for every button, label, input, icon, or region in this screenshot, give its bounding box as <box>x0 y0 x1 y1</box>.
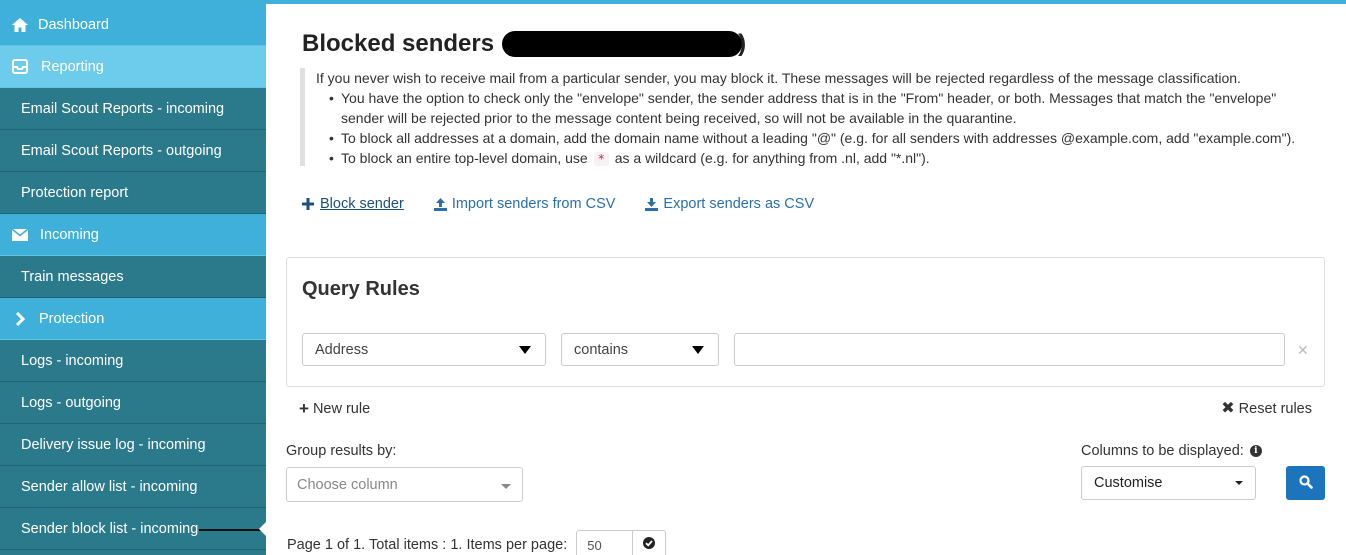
sidebar-item-reporting[interactable]: Reporting <box>0 46 266 88</box>
sidebar-item-label: Logs - outgoing <box>21 394 121 411</box>
sidebar-item-sender-block-list[interactable]: Sender block list - incoming <box>0 508 266 550</box>
block-sender-label: Block sender <box>320 196 404 212</box>
sidebar-item-label: Email Scout Reports - outgoing <box>21 142 222 159</box>
new-rule-label: New rule <box>312 401 371 417</box>
group-by-select[interactable]: Choose column <box>286 467 523 502</box>
sidebar-item-incoming[interactable]: Incoming <box>0 214 266 256</box>
active-pointer <box>259 521 266 536</box>
search-icon <box>1298 474 1313 492</box>
query-rules-title: Query Rules <box>302 278 420 300</box>
items-per-page-input[interactable] <box>576 530 634 555</box>
reset-rules-label: Reset rules <box>1238 401 1312 417</box>
info-bullet-envelope: You have the option to check only the "e… <box>329 88 1310 128</box>
sidebar-item-label: Reporting <box>41 58 104 75</box>
caret-down-icon <box>501 484 511 489</box>
upload-icon <box>433 197 447 211</box>
import-csv-link[interactable]: Import senders from CSV <box>433 196 616 212</box>
sidebar-item-label: Train messages <box>21 268 124 285</box>
redacted-account-name <box>502 31 743 57</box>
apply-per-page-button[interactable] <box>633 530 667 555</box>
rule-field-select[interactable]: Address <box>302 333 546 366</box>
envelope-icon <box>11 227 28 243</box>
pagination-text: Page 1 of 1. Total items : 1. Items per … <box>287 537 568 553</box>
info-bullet-text: as a wildcard (e.g. for anything from .n… <box>614 150 930 166</box>
main-content: Blocked senders ) If you never wish to r… <box>266 4 1346 555</box>
query-rules-panel: Query Rules Address contains ✕ <box>286 257 1325 387</box>
info-intro: If you never wish to receive mail from a… <box>316 70 1241 86</box>
reset-rules-button[interactable]: ✖ Reset rules <box>1221 400 1312 418</box>
sidebar-item-protection[interactable]: Protection <box>0 298 266 340</box>
caret-down-icon <box>692 346 704 354</box>
columns-select[interactable]: Customise <box>1081 466 1256 500</box>
info-bullet-domain: To block all addresses at a domain, add … <box>329 128 1310 148</box>
caret-down-icon <box>1235 481 1243 485</box>
wildcard-code: * <box>593 152 609 166</box>
sidebar-item-logs-outgoing[interactable]: Logs - outgoing <box>0 382 266 424</box>
info-bullet-wildcard: To block an entire top-level domain, use… <box>329 148 1310 169</box>
import-csv-label: Import senders from CSV <box>451 196 616 212</box>
sidebar-item-label: Logs - incoming <box>21 352 124 369</box>
current-item-marker <box>199 529 261 531</box>
export-csv-link[interactable]: Export senders as CSV <box>645 196 814 212</box>
info-bullet-text: You have the option to check only the "e… <box>341 90 1277 106</box>
sidebar-item-email-scout-incoming[interactable]: Email Scout Reports - incoming <box>0 88 266 130</box>
sidebar-item-label: Sender block list - incoming <box>21 520 199 537</box>
sidebar-item-label: Sender allow list - incoming <box>21 478 198 495</box>
pagination: Page 1 of 1. Total items : 1. Items per … <box>287 530 667 555</box>
inbox-icon <box>11 59 28 75</box>
block-sender-link[interactable]: Block sender <box>302 196 404 212</box>
columns-label-text: Columns to be displayed: <box>1081 443 1244 459</box>
page-title-text: Blocked senders <box>302 30 495 57</box>
sidebar-item-protection-report[interactable]: Protection report <box>0 172 266 214</box>
plus-icon <box>302 197 315 211</box>
sidebar-item-label: Email Scout Reports - incoming <box>21 100 225 117</box>
info-bullet-text: sender will be rejected prior to the mes… <box>341 110 1017 126</box>
action-links: Block sender Import senders from CSV Exp… <box>302 196 814 212</box>
page-title: Blocked senders ) <box>302 30 746 58</box>
sidebar-item-label: Protection <box>39 310 105 327</box>
info-callout: If you never wish to receive mail from a… <box>300 68 1310 169</box>
rule-value-input[interactable] <box>734 333 1285 366</box>
caret-down-icon <box>519 346 531 354</box>
sidebar-item-label: Incoming <box>40 226 99 243</box>
columns-label: Columns to be displayed: i <box>1081 443 1262 459</box>
home-icon <box>11 17 28 33</box>
sidebar-item-delivery-issue-log[interactable]: Delivery issue log - incoming <box>0 424 266 466</box>
new-rule-button[interactable]: + New rule <box>299 399 371 418</box>
sidebar-item-sender-allow-list[interactable]: Sender allow list - incoming <box>0 466 266 508</box>
close-icon: ✖ <box>1221 400 1235 417</box>
info-icon[interactable]: i <box>1249 445 1262 457</box>
group-by-placeholder: Choose column <box>297 476 398 493</box>
search-button[interactable] <box>1286 466 1325 500</box>
rule-field-value: Address <box>315 341 369 358</box>
remove-rule-icon[interactable]: ✕ <box>1297 342 1309 359</box>
sidebar-item-email-scout-outgoing[interactable]: Email Scout Reports - outgoing <box>0 130 266 172</box>
sidebar-item-label: Protection report <box>21 184 129 201</box>
sidebar-item-label: Delivery issue log - incoming <box>21 436 206 453</box>
sidebar-item-dashboard[interactable]: Dashboard <box>0 0 266 46</box>
export-csv-label: Export senders as CSV <box>663 196 815 212</box>
info-list: You have the option to check only the "e… <box>329 88 1310 169</box>
page-title-paren: ) <box>738 30 747 57</box>
plus-icon: + <box>299 399 309 418</box>
sidebar-item-label: Dashboard <box>38 16 109 33</box>
rule-operator-select[interactable]: contains <box>561 333 719 366</box>
check-circle-icon <box>643 537 656 553</box>
sidebar-item-logs-incoming[interactable]: Logs - incoming <box>0 340 266 382</box>
chevron-right-icon <box>11 311 28 327</box>
sidebar-item-train-messages[interactable]: Train messages <box>0 256 266 298</box>
info-bullet-text: To block an entire top-level domain, use <box>341 150 588 166</box>
columns-select-value: Customise <box>1094 475 1163 491</box>
download-icon <box>645 197 659 211</box>
rule-operator-value: contains <box>574 341 629 358</box>
group-by-label: Group results by: <box>286 443 397 459</box>
sidebar: Dashboard Reporting Email Scout Reports … <box>0 0 266 555</box>
